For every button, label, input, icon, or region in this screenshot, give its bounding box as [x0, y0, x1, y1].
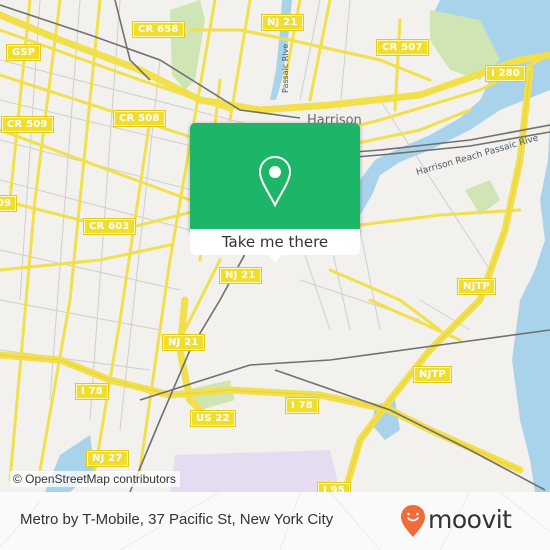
road-shield-i95: I 95 [318, 483, 350, 492]
road-shield-nj27: NJ 27 [87, 451, 128, 466]
road-shield-njtp-low: NJTP [414, 367, 452, 382]
water-label-passaic: Passaic Rive [281, 43, 290, 93]
road-shield-i78-left: I 78 [76, 384, 108, 399]
road-shield-cr658: CR 658 [133, 22, 184, 37]
moovit-wordmark: moovit [428, 505, 512, 534]
road-shield-us22: US 22 [191, 411, 235, 426]
location-popup: Take me there [190, 123, 360, 263]
road-shield-cr508: CR 508 [114, 111, 165, 126]
road-shield-cr507: CR 507 [377, 40, 428, 55]
road-shield-njtp: NJTP [458, 279, 496, 294]
location-title: Metro by T-Mobile, 37 Pacific St, New Yo… [20, 511, 334, 528]
road-shield-nj21-low: NJ 21 [163, 335, 204, 350]
road-shield-nj21-mid: NJ 21 [220, 268, 261, 283]
map-attribution[interactable]: © OpenStreetMap contributors [10, 471, 180, 487]
park-east [465, 180, 500, 215]
airport-area [170, 450, 340, 492]
road-shield-cr603: CR 603 [84, 219, 135, 234]
moovit-pin-icon [401, 505, 425, 537]
road-shield-i280: I 280 [486, 66, 526, 81]
take-me-there-button[interactable]: Take me there [190, 229, 360, 255]
popup-pointer [268, 254, 282, 263]
road-shield-i78-right: I 78 [286, 398, 318, 413]
road-shield-cr509: CR 509 [2, 117, 53, 132]
map-view[interactable]: CR 658 NJ 21 CR 507 GSP I 280 CR 509 CR … [0, 0, 550, 492]
road-shield-gsp: GSP [7, 45, 41, 60]
road-shield-nj21: NJ 21 [262, 15, 303, 30]
road-shield-edge: 09 [0, 196, 17, 211]
footer-bar: Metro by T-Mobile, 37 Pacific St, New Yo… [0, 492, 550, 550]
